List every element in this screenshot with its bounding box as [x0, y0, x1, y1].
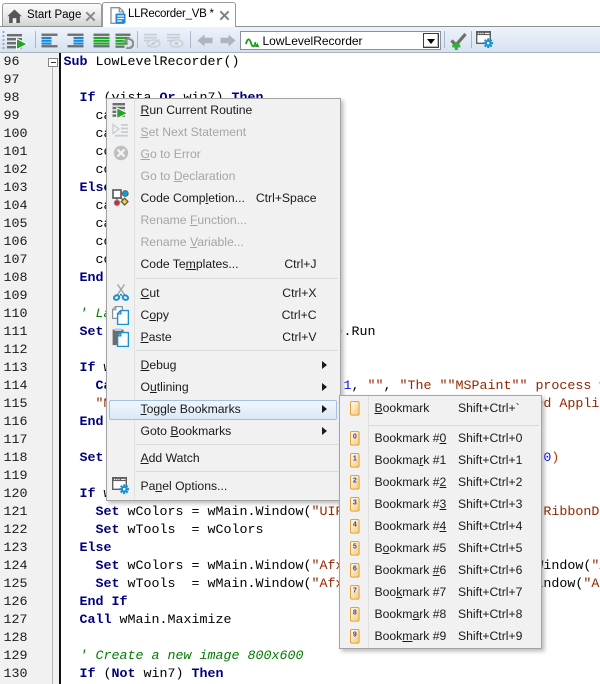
svg-text:1: 1 — [352, 455, 356, 462]
svg-text:8: 8 — [352, 609, 356, 616]
svg-text:9: 9 — [352, 631, 356, 638]
svg-text:6: 6 — [352, 565, 356, 572]
svg-text:3: 3 — [352, 499, 356, 506]
svg-text:7: 7 — [352, 587, 356, 594]
svg-text:2: 2 — [352, 477, 356, 484]
svg-text:0: 0 — [352, 433, 356, 440]
svg-text:5: 5 — [352, 543, 356, 550]
svg-text:4: 4 — [352, 521, 356, 528]
